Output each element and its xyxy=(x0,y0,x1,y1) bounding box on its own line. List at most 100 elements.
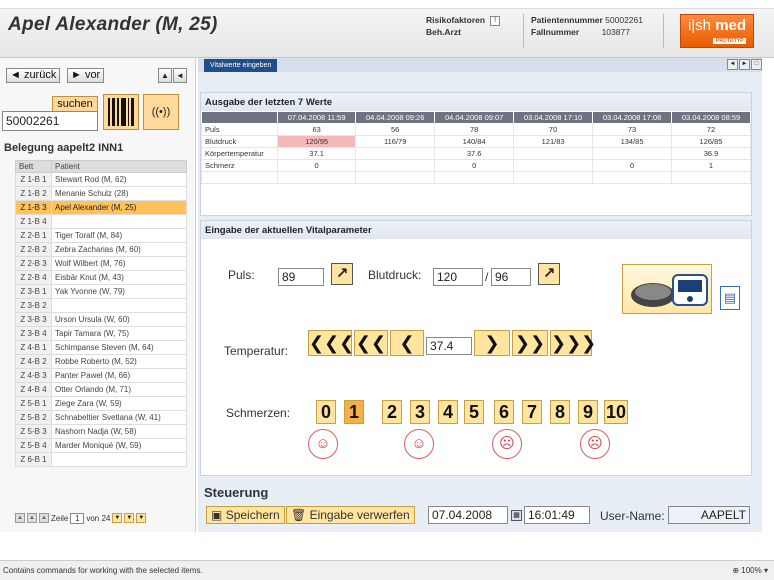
rfid-reader-icon[interactable]: ((•)) xyxy=(143,94,179,130)
date-input[interactable]: 07.04.2008 xyxy=(428,506,508,524)
pager-input[interactable]: 1 xyxy=(70,512,85,524)
blood-pressure-monitor-icon[interactable] xyxy=(622,264,712,314)
bp-chart-icon[interactable]: ↗ xyxy=(538,263,560,285)
pulse-input[interactable]: 89 xyxy=(278,268,324,286)
bed-row[interactable]: Z 6-B 1 xyxy=(15,452,187,467)
temp-up-large-button[interactable]: ❯❯❯ xyxy=(550,330,596,356)
bed-id: Z 5-B 3 xyxy=(15,424,52,439)
bed-row[interactable]: Z 4-B 1 Schimpanse Steven (M, 64) xyxy=(15,340,187,355)
bed-row[interactable]: Z 5-B 3 Nashorn Nadja (W, 58) xyxy=(15,424,187,439)
bed-row[interactable]: Z 3-B 1 Yak Yvonne (W, 79) xyxy=(15,284,187,299)
bed-id: Z 3-B 3 xyxy=(15,312,52,327)
down-page-icon[interactable]: ▼ xyxy=(124,513,135,523)
save-icon: ▣ xyxy=(211,508,223,522)
history-section: Ausgabe der letzten 7 Werte 07.04.2008 1… xyxy=(200,92,752,216)
calendar-icon[interactable]: ▦ xyxy=(511,510,522,521)
pain-level-button[interactable]: 10 xyxy=(604,400,628,424)
temp-up-small-button[interactable]: ❯ xyxy=(474,330,510,356)
discard-button[interactable]: 🗑 Eingabe verwerfen xyxy=(286,506,415,524)
temperature-input[interactable]: 37.4 xyxy=(426,337,472,355)
bp-diastolic-input[interactable]: 96 xyxy=(491,268,531,286)
status-text: Contains commands for working with the s… xyxy=(3,566,203,575)
pulse-label: Puls: xyxy=(228,268,255,282)
bed-id: Z 6-B 1 xyxy=(15,452,52,467)
bed-row[interactable]: Z 4-B 2 Robbe Roberto (M, 52) xyxy=(15,354,187,369)
bed-id: Z 5-B 2 xyxy=(15,410,52,425)
pain-level-button[interactable]: 1 xyxy=(344,400,364,424)
collapse-icon[interactable]: ▲ xyxy=(158,68,172,83)
bed-id: Z 3-B 4 xyxy=(15,326,52,341)
time-input[interactable]: 16:01:49 xyxy=(524,506,590,524)
temp-up-medium-button[interactable]: ❯❯ xyxy=(512,330,548,356)
maximize-icon[interactable]: □ xyxy=(751,59,762,70)
bed-row[interactable]: Z 2-B 4 Eisbär Knut (M, 43) xyxy=(15,270,187,285)
next-page-icon[interactable]: ▼ xyxy=(112,513,123,523)
bed-row[interactable]: Z 3-B 2 xyxy=(15,298,187,313)
bed-patient: Nashorn Nadja (W, 58) xyxy=(51,424,187,439)
prev-page-icon[interactable]: ▲ xyxy=(27,513,37,523)
history-date-header: 04.04.2008 09:07 xyxy=(434,111,515,124)
bed-column-header[interactable]: Bett xyxy=(15,160,52,173)
bed-row[interactable]: Z 2-B 1 Tiger Toralf (M, 84) xyxy=(15,228,187,243)
history-cell: 72 xyxy=(671,123,751,136)
save-button[interactable]: ▣ Speichern xyxy=(206,506,285,524)
pain-face-mild-icon: ☺ xyxy=(404,429,434,459)
pain-level-button[interactable]: 0 xyxy=(316,400,336,424)
bed-row[interactable]: Z 1-B 4 xyxy=(15,214,187,229)
patient-column-header[interactable]: Patient xyxy=(51,160,187,173)
bed-row[interactable]: Z 3-B 4 Tapir Tamara (W, 75) xyxy=(15,326,187,341)
bed-row[interactable]: Z 1-B 1 Stewart Rod (M, 62) xyxy=(15,172,187,187)
history-corner xyxy=(201,111,278,124)
bed-row[interactable]: Z 2-B 2 Zebra Zacharias (M, 60) xyxy=(15,242,187,257)
case-number: 103877 xyxy=(601,27,630,37)
pain-level-button[interactable]: 7 xyxy=(522,400,542,424)
next-window-icon[interactable]: ► xyxy=(739,59,750,70)
up-page-icon[interactable]: ▲ xyxy=(39,513,49,523)
hide-panel-icon[interactable]: ◄ xyxy=(173,68,187,83)
bp-separator: / xyxy=(485,270,489,284)
risk-label: Risikofaktoren xyxy=(426,15,486,25)
clipboard-export-icon[interactable]: ▤ xyxy=(720,286,740,310)
bed-row[interactable]: Z 4-B 3 Panter Pawel (M, 66) xyxy=(15,368,187,383)
barcode-scanner-icon[interactable] xyxy=(103,94,139,130)
history-cell xyxy=(276,171,357,184)
back-button[interactable]: ◄ zurück xyxy=(6,68,61,83)
bed-row[interactable]: Z 2-B 3 Wolf Wilbert (M, 76) xyxy=(15,256,187,271)
tab-vitals-entry[interactable]: Vitalwerte eingeben xyxy=(204,59,278,72)
history-cell xyxy=(355,147,436,160)
history-cell: 37.6 xyxy=(434,147,515,160)
pain-level-button[interactable]: 5 xyxy=(464,400,484,424)
patient-id-input[interactable]: 50002261 xyxy=(2,111,98,131)
bed-patient: Marder Moniqué (W, 59) xyxy=(51,438,187,453)
bed-row[interactable]: Z 1-B 2 Menanie Schulz (28) xyxy=(15,186,187,201)
prev-window-icon[interactable]: ◄ xyxy=(727,59,738,70)
pain-level-button[interactable]: 2 xyxy=(382,400,402,424)
pulse-chart-icon[interactable]: ↗ xyxy=(331,263,353,285)
pain-level-button[interactable]: 9 xyxy=(578,400,598,424)
bed-row[interactable]: Z 5-B 4 Marder Moniqué (W, 59) xyxy=(15,438,187,453)
history-cell: 126/85 xyxy=(671,135,751,148)
temp-down-large-button[interactable]: ❮❮❮ xyxy=(308,330,354,356)
bed-row[interactable]: Z 5-B 2 Schnabeltier Svetlana (W, 41) xyxy=(15,410,187,425)
pain-level-button[interactable]: 6 xyxy=(494,400,514,424)
search-button[interactable]: suchen xyxy=(52,96,98,112)
pain-level-button[interactable]: 4 xyxy=(438,400,458,424)
bp-systolic-input[interactable]: 120 xyxy=(433,268,483,286)
bed-row[interactable]: Z 1-B 3 Apel Alexander (M, 25) xyxy=(15,200,187,215)
input-title: Eingabe der aktuellen Vitalparameter xyxy=(201,221,751,239)
pain-level-button[interactable]: 8 xyxy=(550,400,570,424)
bed-id: Z 4-B 1 xyxy=(15,340,52,355)
bed-row[interactable]: Z 3-B 3 Urson Ursula (W, 60) xyxy=(15,312,187,327)
temp-down-small-button[interactable]: ❮ xyxy=(390,330,424,356)
zoom-control[interactable]: ⊕ 100% ▾ xyxy=(732,561,768,580)
pain-level-button[interactable]: 3 xyxy=(410,400,430,424)
bed-row[interactable]: Z 5-B 1 Ziege Zara (W, 59) xyxy=(15,396,187,411)
first-page-icon[interactable]: ▲ xyxy=(15,513,25,523)
bed-row[interactable]: Z 4-B 4 Otter Orlando (M, 71) xyxy=(15,382,187,397)
risk-factor-icon[interactable]: ! xyxy=(490,15,501,26)
history-row-label: Körpertemperatur xyxy=(201,147,278,160)
pain-face-moderate-icon: ☹ xyxy=(492,429,522,459)
temp-down-medium-button[interactable]: ❮❮ xyxy=(354,330,388,356)
last-page-icon[interactable]: ▼ xyxy=(136,513,147,523)
forward-button[interactable]: ► vor xyxy=(67,68,105,83)
